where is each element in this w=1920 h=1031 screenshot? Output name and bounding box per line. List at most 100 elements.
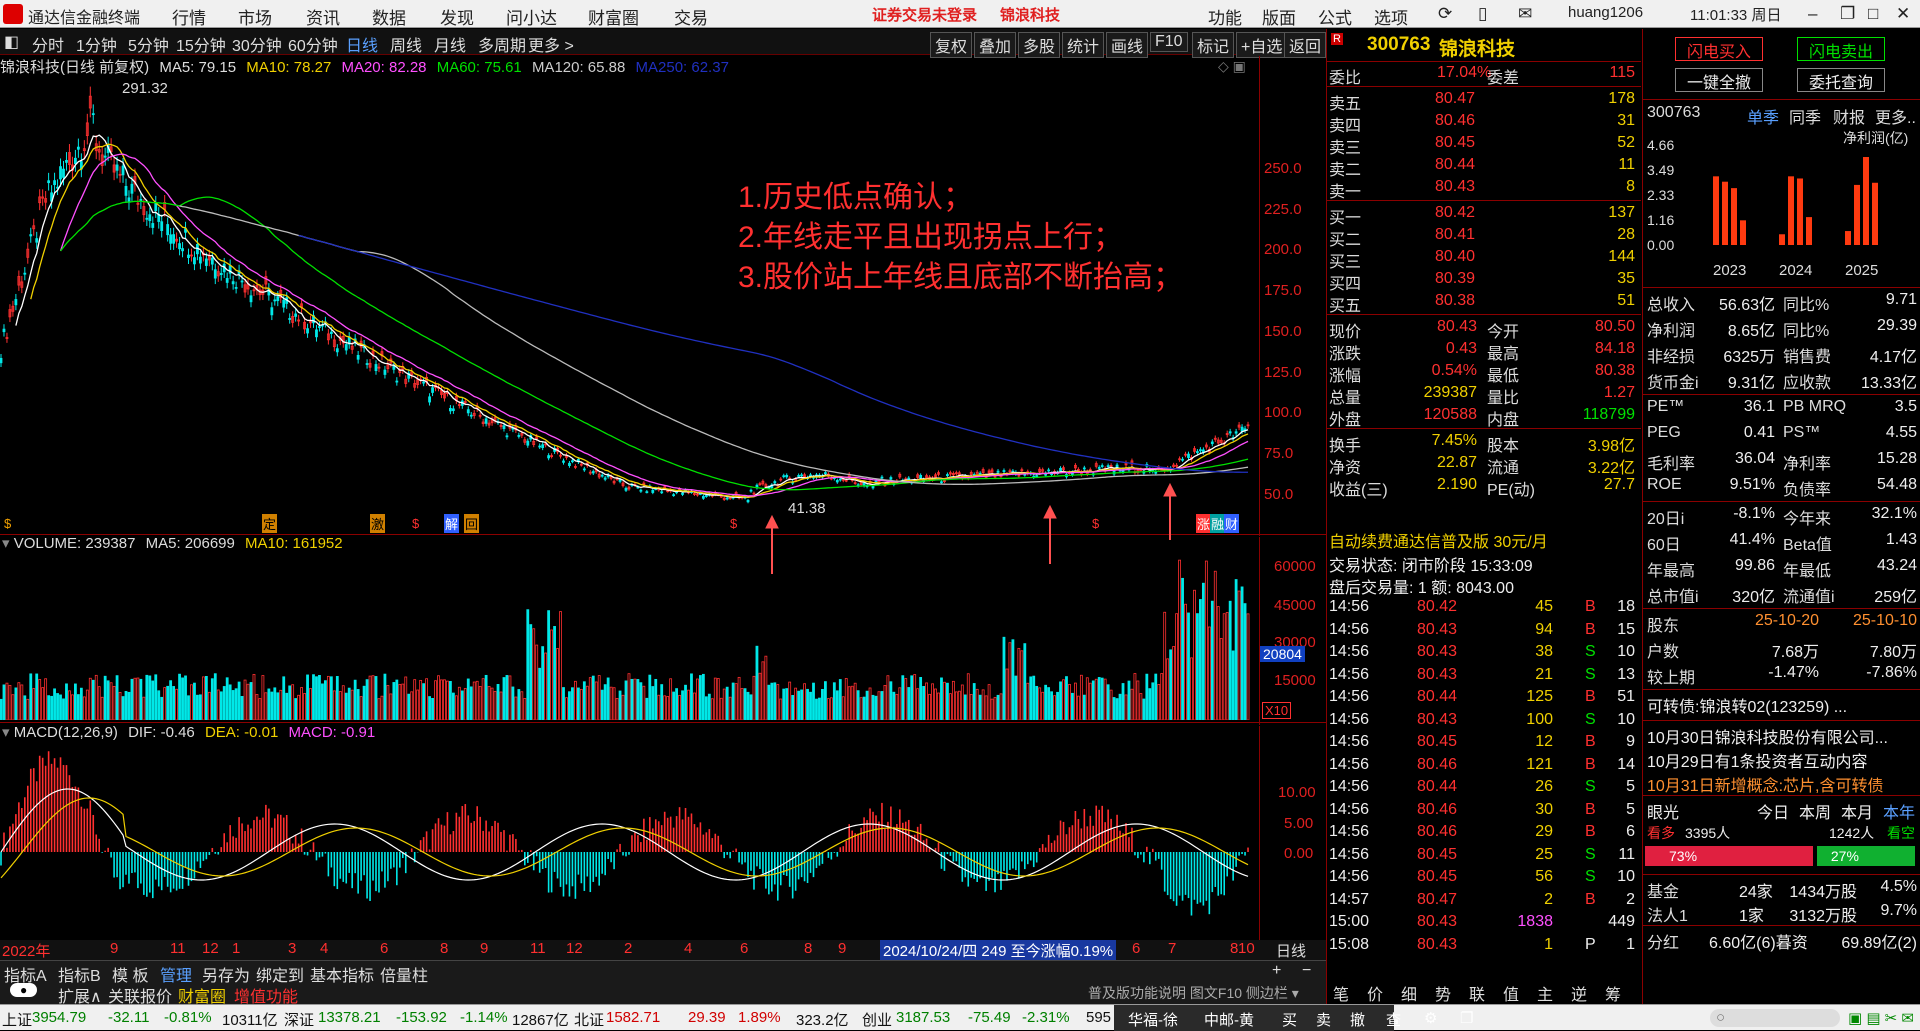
quote-tab[interactable]: 逆 — [1571, 981, 1587, 1005]
volume-bar — [824, 681, 827, 720]
maximize-icon[interactable]: □ — [1868, 4, 1878, 24]
close-icon[interactable]: ✕ — [1896, 4, 1910, 24]
cancel-tool[interactable]: 撤 — [1350, 1009, 1365, 1030]
quote-tab[interactable]: 筹 — [1605, 981, 1621, 1005]
bid-row[interactable]: 买二 80.41 28 — [1327, 225, 1641, 249]
zoom-out-icon[interactable]: − — [1302, 962, 1311, 980]
date-range-note[interactable]: 2024/10/24/四 249 至今涨幅0.19% — [880, 940, 1117, 961]
zoom-in-icon[interactable]: + — [1272, 962, 1281, 980]
tab-basic-indicator[interactable]: 基本指标 — [310, 962, 374, 986]
cancel-all-button[interactable]: 一键全撤 — [1675, 68, 1763, 92]
broker-1[interactable]: 华福-徐 — [1128, 1009, 1178, 1030]
window-icon[interactable]: ❐ — [1460, 1009, 1473, 1027]
net-profit-chart[interactable]: 4.66 3.49 2.33 1.16 0.00 净利润(亿) 2023 2024 2025 — [1643, 125, 1920, 285]
volume-bar — [469, 686, 473, 720]
volume-bar — [740, 688, 744, 720]
ask-row[interactable]: 卖一 80.43 8 — [1327, 177, 1641, 201]
volume-bar — [249, 682, 253, 720]
dividend-label: 分红 — [1647, 935, 1680, 952]
ask-row[interactable]: 卖四 80.46 31 — [1327, 111, 1641, 135]
vision-tab[interactable]: 今日 — [1757, 799, 1789, 823]
news-text[interactable]: 10月31日新增概念:芯片,含可转债 — [1647, 772, 1884, 796]
date-tick: 6 — [740, 940, 749, 957]
macd-value: MACD: -0.91 — [288, 724, 376, 741]
volume-bar — [943, 681, 946, 720]
news-text[interactable]: 10月30日锦浪科技股份有限公司... — [1647, 724, 1888, 748]
period-label[interactable]: 日线 — [1276, 940, 1306, 961]
minimize-icon[interactable]: – — [1808, 4, 1817, 24]
menu-item-formula[interactable]: 公式 — [1318, 4, 1352, 29]
bz-label[interactable]: 北证 — [574, 1009, 604, 1030]
bid-row[interactable]: 买五 80.38 51 — [1327, 291, 1641, 315]
ask-row[interactable]: 卖五 80.47 178 — [1327, 89, 1641, 113]
vision-tab[interactable]: 本月 — [1841, 799, 1873, 823]
quote-tab[interactable]: 细 — [1401, 981, 1417, 1005]
news-item[interactable]: 10月29日有1条投资者互动内容 — [1647, 747, 1919, 772]
phone-icon[interactable]: ▯ — [1478, 4, 1487, 24]
vision-tab[interactable]: 本周 — [1799, 799, 1831, 823]
mail-icon[interactable]: ✉ — [1518, 4, 1532, 24]
quote-tab[interactable]: 联 — [1469, 981, 1485, 1005]
refresh-icon[interactable]: ⟳ — [1438, 4, 1452, 24]
bid-row[interactable]: 买四 80.39 35 — [1327, 269, 1641, 293]
news-text[interactable]: 10月29日有1条投资者互动内容 — [1647, 748, 1868, 772]
tick-side: B — [1585, 598, 1596, 615]
restore-icon[interactable]: ❐ — [1840, 4, 1855, 24]
toggle-icon[interactable]: ● — [10, 983, 38, 997]
convertible-bond[interactable]: 可转债:锦浪转02(123259) ... — [1647, 692, 1919, 717]
promo-banner[interactable]: 自动续费通达信普及版 30元/月 — [1327, 527, 1641, 552]
volume-chart[interactable] — [0, 552, 1258, 720]
broker-2[interactable]: 中邮-黄 — [1204, 1009, 1254, 1030]
sz-label[interactable]: 深证 — [284, 1009, 314, 1030]
quote-tab[interactable]: 价 — [1367, 981, 1383, 1005]
volume-bar — [1032, 675, 1036, 720]
icon-tray[interactable]: ▣ ▤ ✂ ✉ — [1848, 1009, 1914, 1027]
macd-axis-line — [1259, 726, 1260, 940]
query-tool[interactable]: 查 — [1386, 1009, 1401, 1030]
username[interactable]: huang1206 — [1568, 4, 1643, 21]
search-icon[interactable]: ○ — [1716, 1009, 1725, 1026]
clock: 11:01:33 周日 — [1690, 7, 1782, 24]
volume-bar — [877, 691, 881, 720]
quote-tab[interactable]: 值 — [1503, 981, 1519, 1005]
info-separator — [1643, 720, 1920, 721]
menu-item-layout[interactable]: 版面 — [1262, 4, 1296, 29]
sh-label[interactable]: 上证 — [2, 1009, 32, 1030]
volume-bar — [267, 688, 271, 720]
volume-bar — [1062, 679, 1065, 720]
menu-item-options[interactable]: 选项 — [1374, 4, 1408, 29]
sidebar-toggle[interactable]: 普及版功能说明 图文F10 侧边栏 ▾ — [1088, 983, 1299, 1003]
bond-text[interactable]: 可转债:锦浪转02(123259) ... — [1647, 693, 1847, 717]
sell-tool[interactable]: 卖 — [1316, 1009, 1331, 1030]
cy-label[interactable]: 创业 — [862, 1009, 892, 1030]
volume-bar — [484, 674, 488, 720]
news-item[interactable]: 10月31日新增概念:芯片,含可转债 — [1647, 771, 1919, 796]
ask-row[interactable]: 卖二 80.44 11 — [1327, 155, 1641, 179]
flash-buy-button[interactable]: 闪电买入 — [1675, 37, 1763, 61]
flash-sell-button[interactable]: 闪电卖出 — [1797, 37, 1885, 61]
volume-bar — [731, 682, 735, 720]
promo-text[interactable]: 自动续费通达信普及版 30元/月 — [1329, 528, 1548, 552]
news-item[interactable]: 10月30日锦浪科技股份有限公司... — [1647, 723, 1919, 748]
tool-back[interactable]: 返回 — [1284, 32, 1327, 58]
macd-chart[interactable] — [0, 742, 1258, 940]
volume-bar — [175, 688, 178, 720]
volume-bar — [1029, 676, 1033, 720]
holder-value: 25-10-10 — [1852, 612, 1917, 629]
settings-icon[interactable]: ⚙ — [1424, 1009, 1437, 1027]
quote-tab[interactable]: 主 — [1537, 981, 1553, 1005]
stat-value: 0.54% — [1431, 362, 1477, 379]
vision-tab[interactable]: 本年 — [1883, 799, 1915, 823]
buy-tool[interactable]: 买 — [1282, 1009, 1297, 1030]
date-tick: 9 — [480, 940, 489, 957]
volume-bar — [1246, 613, 1250, 720]
bid-row[interactable]: 买三 80.40 144 — [1327, 247, 1641, 271]
quote-tab[interactable]: 势 — [1435, 981, 1451, 1005]
order-query-button[interactable]: 委托查询 — [1797, 68, 1885, 92]
tab-double-volume[interactable]: 倍量柱 — [380, 962, 428, 986]
bid-row[interactable]: 买一 80.42 137 — [1327, 203, 1641, 227]
search-input[interactable] — [1710, 1009, 1840, 1027]
ask-row[interactable]: 卖三 80.45 52 — [1327, 133, 1641, 157]
quote-tab[interactable]: 笔 — [1333, 981, 1349, 1005]
volume-bar — [696, 678, 699, 720]
